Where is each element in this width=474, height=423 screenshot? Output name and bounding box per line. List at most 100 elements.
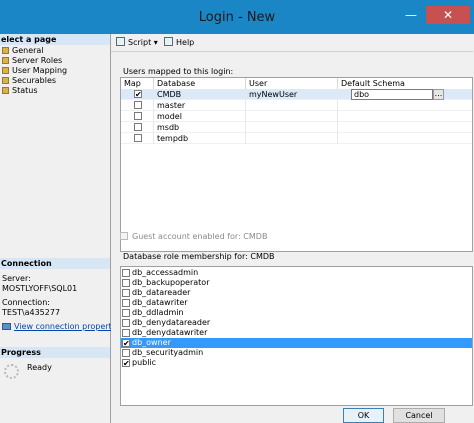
- column-header-default-schema[interactable]: Default Schema: [338, 78, 472, 89]
- server-label: Server:: [2, 274, 31, 283]
- role-label: db_denydatareader: [132, 318, 211, 327]
- map-checkbox[interactable]: [134, 123, 142, 131]
- connection-icon: [2, 323, 11, 330]
- map-checkbox[interactable]: ✔: [134, 90, 142, 99]
- minimize-button[interactable]: —: [400, 6, 422, 24]
- map-cell: [121, 100, 154, 111]
- role-label: db_datawriter: [132, 298, 188, 307]
- database-cell: msdb: [154, 122, 246, 133]
- page-server-roles[interactable]: Server Roles: [2, 56, 62, 66]
- page-label: General: [12, 46, 44, 55]
- role-label: db_securityadmin: [132, 348, 204, 357]
- progress-header: Progress: [0, 347, 110, 358]
- users-mapped-label: Users mapped to this login:: [123, 67, 234, 76]
- role-checkbox[interactable]: [122, 309, 130, 317]
- script-icon: [116, 37, 125, 46]
- server-value: MOSTLYOFF\SQL01: [2, 284, 78, 293]
- role-membership-label: Database role membership for: CMDB: [123, 252, 275, 261]
- role-checkbox[interactable]: ✔: [122, 339, 130, 348]
- role-checkbox[interactable]: [122, 329, 130, 337]
- help-icon: [164, 37, 173, 46]
- script-dropdown-icon[interactable]: ▾: [154, 38, 158, 47]
- page-securables[interactable]: Securables: [2, 76, 56, 86]
- database-cell: master: [154, 100, 246, 111]
- default-schema-cell[interactable]: [338, 133, 472, 144]
- grid-row[interactable]: msdb: [121, 122, 472, 133]
- role-item[interactable]: ✔ public: [121, 358, 472, 368]
- toolbar: Script ▾ Help: [111, 34, 473, 52]
- user-cell[interactable]: [246, 133, 338, 144]
- map-cell: [121, 122, 154, 133]
- role-item[interactable]: db_datareader: [121, 288, 472, 298]
- role-item[interactable]: db_backupoperator: [121, 278, 472, 288]
- page-status[interactable]: Status: [2, 86, 38, 96]
- progress-spinner-icon: [4, 364, 19, 379]
- default-schema-cell[interactable]: [338, 100, 472, 111]
- default-schema-input[interactable]: dbo: [351, 89, 433, 100]
- column-header-user[interactable]: User: [246, 78, 338, 89]
- role-item[interactable]: db_securityadmin: [121, 348, 472, 358]
- role-item[interactable]: db_ddladmin: [121, 308, 472, 318]
- select-page-header: elect a page: [0, 34, 110, 45]
- view-connection-properties-link[interactable]: View connection properties: [14, 322, 123, 331]
- script-label: Script: [128, 38, 152, 47]
- help-button[interactable]: Help: [164, 37, 194, 49]
- user-cell[interactable]: [246, 111, 338, 122]
- role-item[interactable]: db_denydatareader: [121, 318, 472, 328]
- role-item[interactable]: ✔ db_owner: [121, 338, 472, 348]
- page-general[interactable]: General: [2, 46, 44, 56]
- cancel-button[interactable]: Cancel: [393, 408, 445, 423]
- map-cell: [121, 111, 154, 122]
- grid-row[interactable]: tempdb: [121, 133, 472, 144]
- page-icon: [2, 47, 9, 54]
- role-label: db_ddladmin: [132, 308, 184, 317]
- page-icon: [2, 77, 9, 84]
- role-checkbox[interactable]: [122, 279, 130, 287]
- grid-row[interactable]: master: [121, 100, 472, 111]
- connection-header: Connection: [0, 258, 110, 269]
- role-checkbox[interactable]: [122, 289, 130, 297]
- ok-button[interactable]: OK: [343, 408, 384, 423]
- user-cell[interactable]: [246, 100, 338, 111]
- main-panel: Script ▾ Help Users mapped to this login…: [111, 34, 473, 423]
- user-cell[interactable]: myNewUser: [246, 89, 338, 100]
- role-checkbox[interactable]: [122, 269, 130, 277]
- user-cell[interactable]: [246, 122, 338, 133]
- map-checkbox[interactable]: [134, 112, 142, 120]
- role-label: db_datareader: [132, 288, 191, 297]
- default-schema-cell[interactable]: [338, 111, 472, 122]
- map-cell: ✔: [121, 89, 154, 100]
- title-bar[interactable]: Login - New — ✕: [0, 0, 474, 34]
- page-user-mapping[interactable]: User Mapping: [2, 66, 67, 76]
- role-checkbox[interactable]: ✔: [122, 359, 130, 368]
- column-header-database[interactable]: Database: [154, 78, 246, 89]
- guest-account-checkbox[interactable]: [120, 232, 128, 240]
- grid-row[interactable]: model: [121, 111, 472, 122]
- view-connection-properties[interactable]: View connection properties: [2, 322, 123, 332]
- role-label: db_denydatawriter: [132, 328, 208, 337]
- role-item[interactable]: db_datawriter: [121, 298, 472, 308]
- role-item[interactable]: db_denydatawriter: [121, 328, 472, 338]
- map-checkbox[interactable]: [134, 134, 142, 142]
- progress-status: Ready: [27, 363, 52, 372]
- script-button[interactable]: Script ▾: [116, 37, 158, 49]
- guest-account-label: Guest account enabled for: CMDB: [132, 232, 268, 241]
- close-button[interactable]: ✕: [426, 6, 470, 24]
- login-new-dialog: Login - New — ✕ elect a page General Ser…: [0, 0, 474, 423]
- role-checkbox[interactable]: [122, 349, 130, 357]
- page-icon: [2, 67, 9, 74]
- role-item[interactable]: db_accessadmin: [121, 268, 472, 278]
- page-icon: [2, 57, 9, 64]
- user-mapping-grid: Map Database User Default Schema ✔ CMDB my…: [120, 77, 473, 252]
- grid-row[interactable]: ✔ CMDB myNewUser dbo...: [121, 89, 472, 100]
- role-checkbox[interactable]: [122, 299, 130, 307]
- map-checkbox[interactable]: [134, 101, 142, 109]
- role-checkbox[interactable]: [122, 319, 130, 327]
- schema-browse-button[interactable]: ...: [433, 89, 444, 100]
- role-membership-list: db_accessadmin db_backupoperator db_datare…: [120, 266, 473, 406]
- default-schema-cell[interactable]: [338, 122, 472, 133]
- page-label: Status: [12, 86, 38, 95]
- role-label: public: [132, 358, 157, 367]
- column-header-map[interactable]: Map: [121, 78, 154, 89]
- connection-label: Connection:: [2, 298, 50, 307]
